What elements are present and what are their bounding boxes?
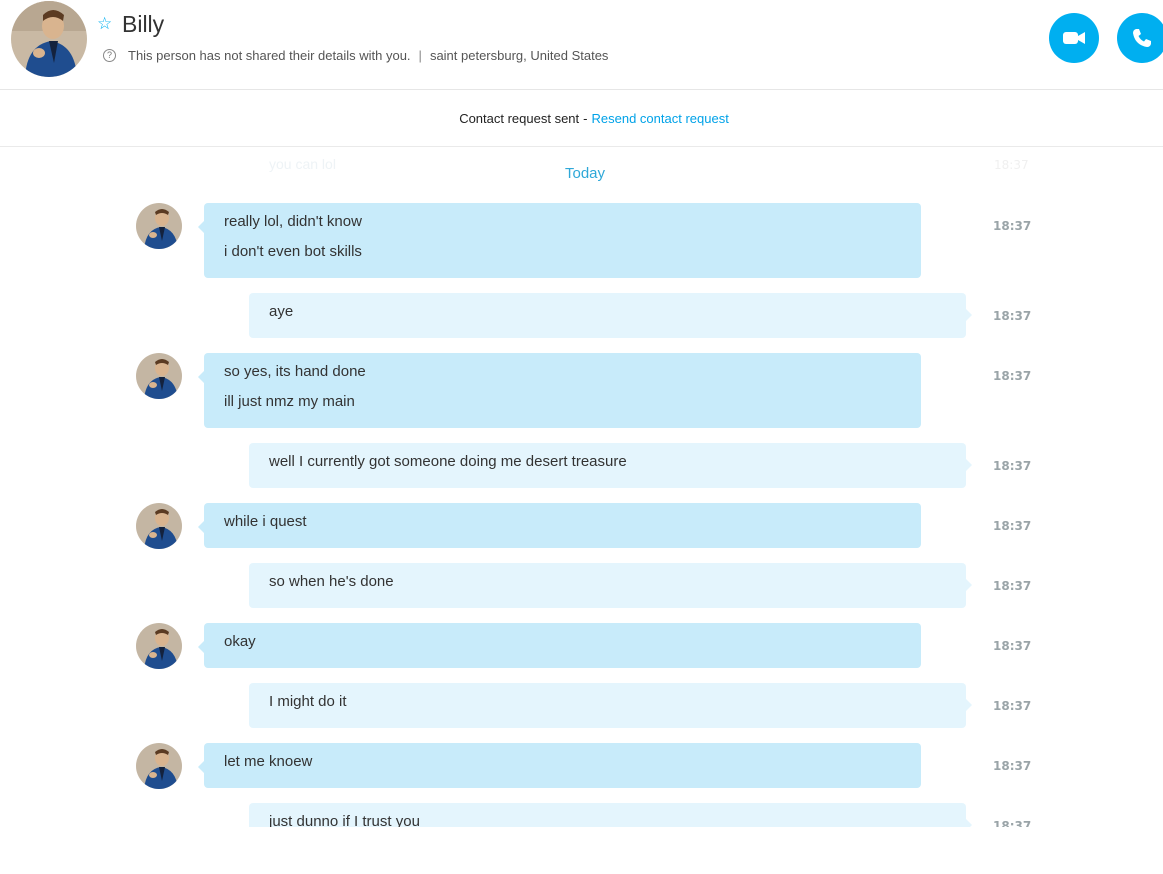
contact-name: Billy bbox=[122, 11, 165, 37]
sender-avatar[interactable] bbox=[136, 623, 182, 669]
details-text: This person has not shared their details… bbox=[128, 48, 411, 63]
message-time: 18:37 bbox=[993, 459, 1032, 473]
request-status: Contact request sent bbox=[459, 111, 580, 126]
outgoing-message[interactable]: well I currently got someone doing me de… bbox=[249, 443, 972, 488]
message-time: 18:37 bbox=[993, 309, 1032, 323]
message-text: so yes, its hand done bbox=[224, 363, 366, 380]
message-text: aye bbox=[269, 303, 294, 320]
incoming-message[interactable]: really lol, didn't know i don't even bot … bbox=[198, 203, 921, 278]
video-call-button[interactable] bbox=[1049, 13, 1099, 63]
message-time: 18:37 bbox=[993, 579, 1032, 593]
details-separator: | bbox=[418, 48, 422, 63]
outgoing-message[interactable]: just dunno if I trust you bbox=[249, 803, 972, 827]
contact-location: saint petersburg, United States bbox=[429, 48, 609, 63]
message-text: really lol, didn't know bbox=[224, 213, 362, 230]
contact-request-bar: Contact request sent - Resend contact re… bbox=[0, 91, 1163, 147]
message-time: 18:37 bbox=[993, 369, 1032, 383]
incoming-message[interactable]: so yes, its hand done ill just nmz my mai… bbox=[198, 353, 921, 428]
message-time: 18:37 bbox=[993, 639, 1032, 653]
message-time: 18:37 bbox=[993, 699, 1032, 713]
message-time: 18:37 bbox=[993, 519, 1032, 533]
contact-avatar[interactable] bbox=[11, 1, 87, 77]
message-text: ill just nmz my main bbox=[224, 393, 355, 410]
sender-avatar[interactable] bbox=[136, 353, 182, 399]
message-text: so when he's done bbox=[269, 573, 394, 590]
message-text: I might do it bbox=[269, 693, 347, 710]
sender-avatar[interactable] bbox=[136, 743, 182, 789]
contact-details: ? This person has not shared their detai… bbox=[103, 48, 608, 63]
resend-request-link[interactable]: Resend contact request bbox=[592, 111, 729, 126]
request-dash: - bbox=[583, 111, 588, 126]
message-text: i don't even bot skills bbox=[224, 243, 362, 260]
outgoing-message[interactable]: so when he's done bbox=[249, 563, 972, 608]
message-time: 18:37 bbox=[993, 819, 1032, 827]
composer-area bbox=[0, 827, 1163, 874]
sender-avatar[interactable] bbox=[136, 203, 182, 249]
message-list[interactable]: you can lol 18:37 Today really lol, didn… bbox=[0, 148, 1163, 827]
outgoing-message[interactable]: I might do it bbox=[249, 683, 972, 728]
video-camera-icon bbox=[1063, 32, 1085, 44]
message-text: let me knoew bbox=[224, 753, 313, 770]
message-text: just dunno if I trust you bbox=[269, 813, 420, 827]
audio-call-button[interactable] bbox=[1117, 13, 1163, 63]
message-time: 18:37 bbox=[993, 219, 1032, 233]
message-text: while i quest bbox=[224, 513, 307, 530]
conversation-header: ☆ Billy ? This person has not shared the… bbox=[0, 0, 1163, 90]
incoming-message[interactable]: let me knoew bbox=[198, 743, 921, 788]
outgoing-message[interactable]: aye bbox=[249, 293, 972, 338]
favorite-star-icon[interactable]: ☆ bbox=[97, 16, 112, 33]
message-time: 18:37 bbox=[993, 759, 1032, 773]
message-text: okay bbox=[224, 633, 256, 650]
phone-icon bbox=[1133, 29, 1151, 47]
sender-avatar[interactable] bbox=[136, 503, 182, 549]
question-circle-icon[interactable]: ? bbox=[103, 49, 116, 62]
day-divider: Today bbox=[564, 165, 606, 182]
message-text: well I currently got someone doing me de… bbox=[269, 453, 627, 470]
incoming-message[interactable]: okay bbox=[198, 623, 921, 668]
incoming-message[interactable]: while i quest bbox=[198, 503, 921, 548]
